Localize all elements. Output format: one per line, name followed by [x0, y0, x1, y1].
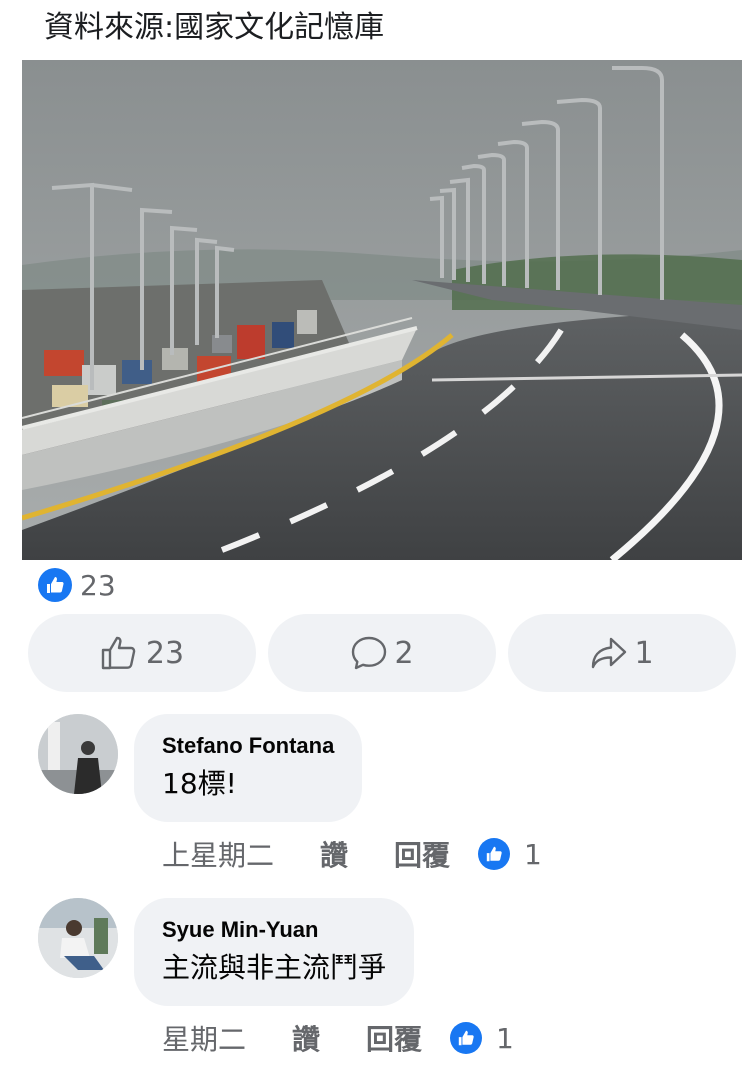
comment-time[interactable]: 上星期二: [162, 834, 274, 874]
comment-reaction-count[interactable]: 1: [524, 838, 542, 871]
like-button[interactable]: 23: [28, 614, 256, 692]
comment-time[interactable]: 星期二: [162, 1018, 246, 1058]
post-page: 資料來源:國家文化記憶庫 23 23 2 1 Stefano Fontana 1…: [0, 0, 744, 1076]
like-count: 23: [145, 635, 185, 671]
share-arrow-icon: [592, 637, 627, 669]
comment-like-link[interactable]: 讚: [292, 1018, 320, 1058]
post-caption: 資料來源:國家文化記憶庫: [44, 10, 385, 45]
avatar-photo: [38, 714, 118, 794]
thumbs-up-outline-icon: [101, 636, 136, 670]
comment-meta: 星期二 讚 回覆 1: [162, 1018, 514, 1058]
avatar-photo: [38, 898, 118, 978]
reaction-summary[interactable]: 23: [38, 566, 116, 604]
comment-item: Syue Min-Yuan 主流與非主流鬥爭 星期二 讚 回覆 1: [38, 898, 738, 1068]
comment-bubble-icon: [352, 636, 387, 670]
comment-reply-link[interactable]: 回覆: [394, 834, 450, 874]
avatar[interactable]: [38, 714, 118, 794]
comment-reaction-count[interactable]: 1: [496, 1022, 514, 1055]
comment-reply-link[interactable]: 回覆: [366, 1018, 422, 1058]
comment-item: Stefano Fontana 18標! 上星期二 讚 回覆 1: [38, 714, 738, 904]
comment-bubble: Syue Min-Yuan 主流與非主流鬥爭: [134, 898, 415, 1006]
thumbs-up-icon: [450, 1022, 483, 1054]
thumbs-up-icon: [38, 568, 72, 602]
comment-author[interactable]: Stefano Fontana: [162, 732, 334, 760]
comment-text: 主流與非主流鬥爭: [162, 951, 387, 984]
comment-count: 2: [394, 635, 414, 671]
comment-author[interactable]: Syue Min-Yuan: [162, 916, 386, 944]
avatar[interactable]: [38, 898, 118, 978]
comment-bubble: Stefano Fontana 18標!: [134, 714, 363, 822]
comment-button[interactable]: 2: [268, 614, 496, 692]
share-count: 1: [634, 635, 654, 671]
post-photo-highway[interactable]: [22, 60, 742, 560]
comment-meta: 上星期二 讚 回覆 1: [162, 834, 542, 874]
comment-like-link[interactable]: 讚: [320, 834, 348, 874]
highway-photo-illustration: [22, 60, 742, 560]
share-button[interactable]: 1: [508, 614, 736, 692]
thumbs-up-icon: [478, 838, 511, 870]
reaction-count: 23: [80, 568, 116, 602]
comment-text: 18標!: [162, 767, 237, 800]
post-action-bar: 23 2 1: [28, 614, 736, 692]
